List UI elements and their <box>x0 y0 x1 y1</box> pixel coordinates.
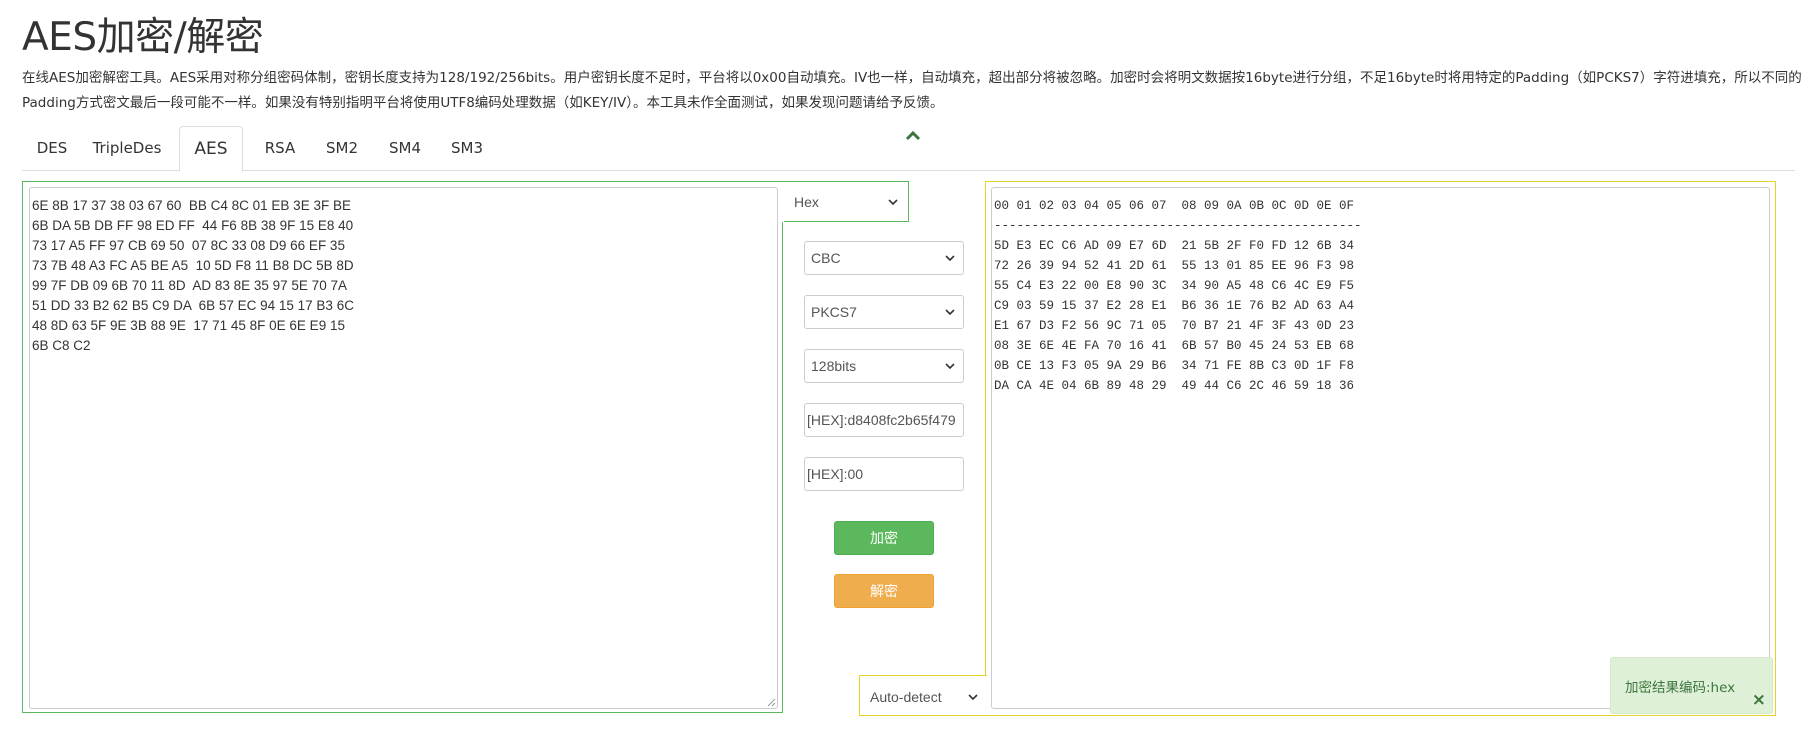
close-icon[interactable]: × <box>1752 690 1766 710</box>
iv-value: [HEX]:00 <box>807 466 864 482</box>
chevron-down-icon <box>945 363 955 370</box>
resize-handle-icon[interactable] <box>766 697 776 707</box>
tab-rsa[interactable]: RSA <box>250 126 310 170</box>
padding-value: PKCS7 <box>811 304 857 320</box>
key-input[interactable]: [HEX]:d8408fc2b65f479 <box>804 403 964 437</box>
chevron-up-icon[interactable] <box>904 129 922 141</box>
tab-sm4[interactable]: SM4 <box>375 126 435 170</box>
mode-select[interactable]: CBC <box>804 241 964 275</box>
tab-sm3[interactable]: SM3 <box>437 126 497 170</box>
mode-value: CBC <box>811 250 841 266</box>
input-encoding-value: Hex <box>794 194 819 210</box>
tab-tripledes[interactable]: TripleDes <box>82 126 172 170</box>
output-encoding-select[interactable]: Auto-detect <box>870 685 980 709</box>
tool-description: 在线AES加密解密工具。AES采用对称分组密码体制，密钥长度支持为128/192… <box>22 70 1802 111</box>
output-encoding-value: Auto-detect <box>870 689 942 705</box>
padding-select[interactable]: PKCS7 <box>804 295 964 329</box>
chevron-down-icon <box>888 199 898 206</box>
chevron-down-icon <box>945 255 955 262</box>
key-value: [HEX]:d8408fc2b65f479 <box>807 412 955 428</box>
toast-message: 加密结果编码:hex <box>1625 680 1736 696</box>
iv-input[interactable]: [HEX]:00 <box>804 457 964 491</box>
tab-des[interactable]: DES <box>22 126 82 170</box>
chevron-down-icon <box>945 309 955 316</box>
encrypt-button[interactable]: 加密 <box>834 521 934 555</box>
page-title: AES加密/解密 <box>22 15 264 60</box>
ciphertext-output[interactable]: 00 01 02 03 04 05 06 07 08 09 0A 0B 0C 0… <box>991 187 1770 709</box>
key-size-value: 128bits <box>811 358 857 374</box>
key-size-select[interactable]: 128bits <box>804 349 964 383</box>
notification-toast: 加密结果编码:hex × <box>1610 657 1773 714</box>
input-encoding-select[interactable]: Hex <box>794 190 902 214</box>
chevron-down-icon <box>968 694 978 701</box>
tab-sm2[interactable]: SM2 <box>312 126 372 170</box>
decrypt-button[interactable]: 解密 <box>834 574 934 608</box>
plaintext-input[interactable]: 6E 8B 17 37 38 03 67 60 BB C4 8C 01 EB 3… <box>29 187 778 709</box>
tab-aes[interactable]: AES <box>179 126 243 172</box>
